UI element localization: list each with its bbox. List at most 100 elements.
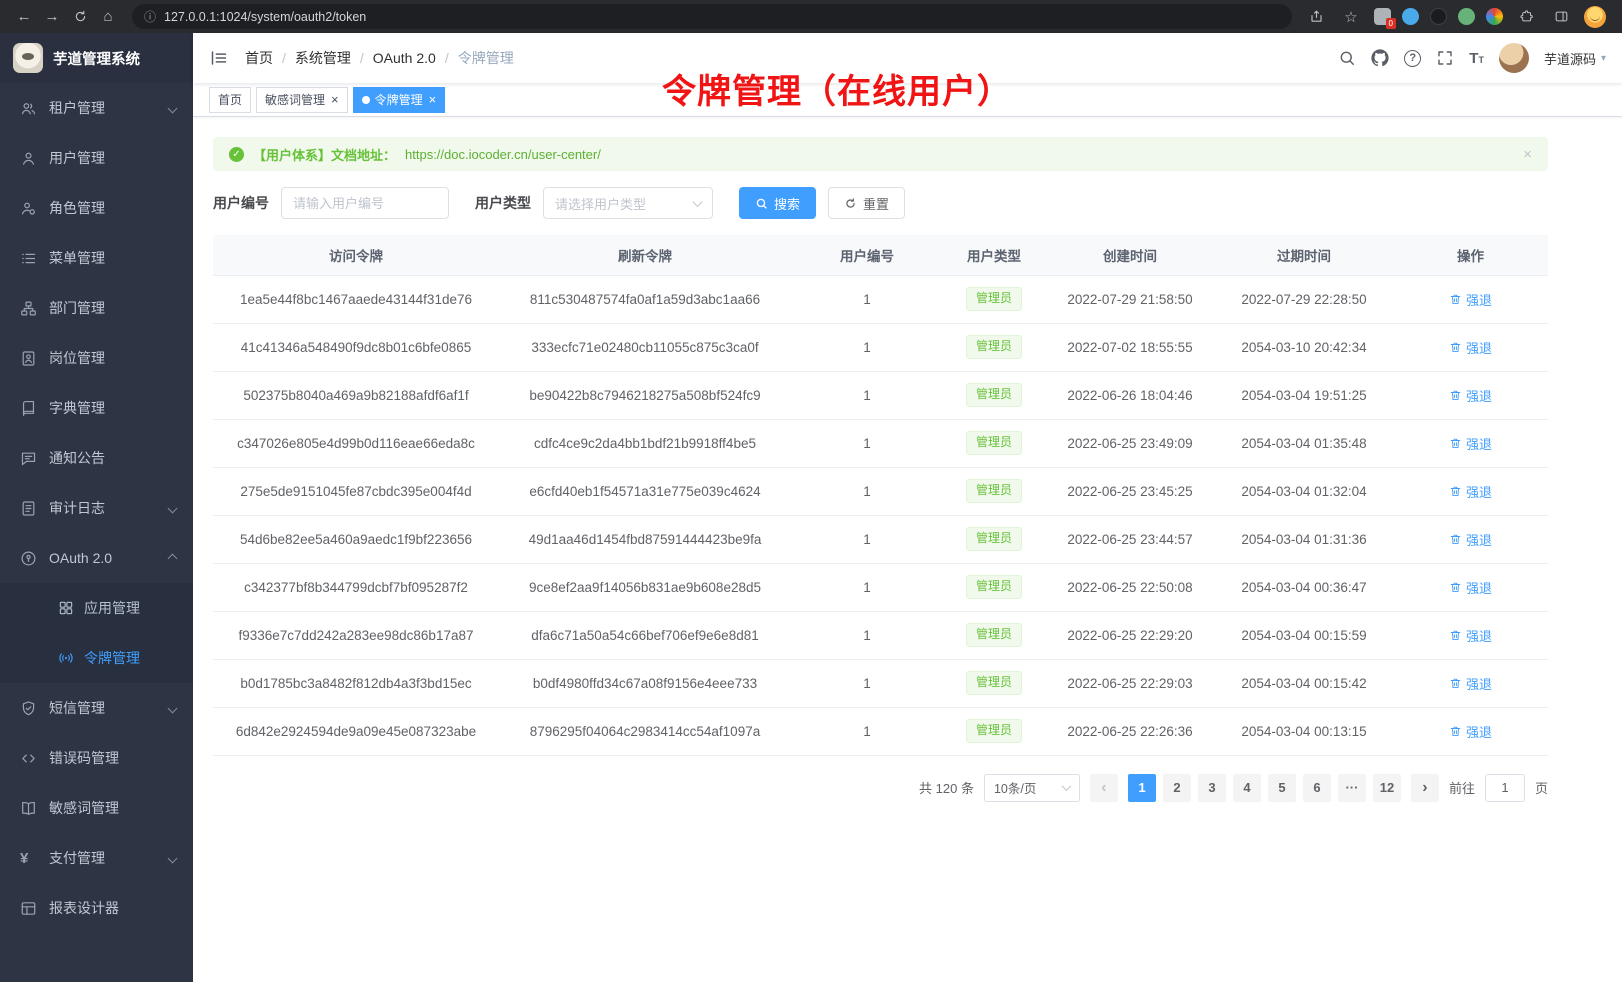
force-logout-button[interactable]: 强退 (1449, 530, 1492, 549)
force-logout-label: 强退 (1466, 482, 1492, 501)
sidebar-item-menu[interactable]: 菜单管理 (0, 233, 193, 283)
user-type-badge: 管理员 (966, 719, 1022, 743)
user-icon (20, 150, 37, 167)
extensions-puzzle-icon[interactable] (1514, 5, 1538, 29)
sidebar-item-dict[interactable]: 字典管理 (0, 383, 193, 433)
forward-icon[interactable]: → (40, 5, 64, 29)
app-logo[interactable]: 芋道管理系统 (0, 33, 193, 83)
goto-page-input[interactable] (1485, 774, 1525, 802)
force-logout-button[interactable]: 强退 (1449, 722, 1492, 741)
sidebar-item-dept[interactable]: 部门管理 (0, 283, 193, 333)
reload-icon[interactable] (68, 5, 92, 29)
sidebar-item-tenant[interactable]: 租户管理 (0, 83, 193, 133)
breadcrumb-item[interactable]: 系统管理 (295, 48, 351, 68)
page-button[interactable]: 1 (1128, 774, 1156, 802)
close-icon[interactable]: × (429, 93, 437, 106)
font-size-icon[interactable]: TT (1469, 51, 1484, 66)
sidebar-item-oauth2-token[interactable]: 令牌管理 (0, 633, 193, 683)
user-menu[interactable]: 芋道源码 ▾ (1544, 49, 1606, 68)
force-logout-button[interactable]: 强退 (1449, 338, 1492, 357)
breadcrumb-item[interactable]: OAuth 2.0 (373, 50, 436, 66)
page-button[interactable]: 4 (1233, 774, 1261, 802)
user-id-cell: 1 (791, 659, 943, 707)
force-logout-button[interactable]: 强退 (1449, 674, 1492, 693)
sidebar-item-user[interactable]: 用户管理 (0, 133, 193, 183)
refresh-token-cell: cdfc4ce9c2da4bb1bdf21b9918ff4be5 (499, 419, 791, 467)
page-button[interactable]: 2 (1163, 774, 1191, 802)
back-icon[interactable]: ← (12, 5, 36, 29)
extension-icon-4[interactable] (1458, 8, 1475, 25)
side-panel-icon[interactable] (1549, 5, 1573, 29)
site-info-icon[interactable]: ⓘ (144, 8, 156, 25)
sidebar-item-report-designer[interactable]: 报表设计器 (0, 883, 193, 933)
sidebar-item-notice[interactable]: 通知公告 (0, 433, 193, 483)
more-pages-button[interactable]: ··· (1338, 774, 1366, 802)
extension-icon-2[interactable] (1402, 8, 1419, 25)
table-body: 1ea5e44f8bc1467aaede43144f31de76811c5304… (213, 275, 1548, 755)
expire-time-cell: 2054-03-04 01:35:48 (1215, 419, 1393, 467)
access-token-cell: 54d6be82ee5a460a9aedc1f9bf223656 (213, 515, 499, 563)
log-icon (20, 500, 37, 517)
github-icon[interactable] (1371, 49, 1389, 67)
sidebar-item-pay[interactable]: ¥支付管理 (0, 833, 193, 883)
search-button[interactable]: 搜索 (739, 187, 816, 219)
sidebar-item-role[interactable]: 角色管理 (0, 183, 193, 233)
force-logout-button[interactable]: 强退 (1449, 482, 1492, 501)
help-icon[interactable]: ? (1404, 50, 1421, 67)
extension-icon-3[interactable] (1430, 8, 1447, 25)
page-button[interactable]: 12 (1373, 774, 1401, 802)
bookmark-star-icon[interactable]: ☆ (1339, 5, 1363, 29)
sidebar-item-audit-log[interactable]: 审计日志 (0, 483, 193, 533)
user-type-cell: 管理员 (943, 467, 1045, 515)
force-logout-button[interactable]: 强退 (1449, 626, 1492, 645)
close-icon[interactable]: × (331, 93, 339, 106)
next-page-button[interactable]: › (1411, 774, 1439, 802)
page-size-select[interactable]: 10条/页 (984, 774, 1080, 802)
sidebar-toggle-icon[interactable] (209, 48, 229, 68)
home-icon[interactable]: ⌂ (96, 5, 120, 29)
search-icon[interactable] (1338, 49, 1356, 67)
address-bar[interactable]: ⓘ 127.0.0.1:1024/system/oauth2/token (132, 4, 1292, 29)
page-button[interactable]: 3 (1198, 774, 1226, 802)
user-id-cell: 1 (791, 419, 943, 467)
refresh-token-cell: 811c530487574fa0af1a59d3abc1aa66 (499, 275, 791, 323)
access-token-cell: 1ea5e44f8bc1467aaede43144f31de76 (213, 275, 499, 323)
sidebar-item-post[interactable]: 岗位管理 (0, 333, 193, 383)
sidebar-item-oauth2-app[interactable]: 应用管理 (0, 583, 193, 633)
close-icon[interactable]: × (1523, 146, 1532, 163)
tab-item[interactable]: 敏感词管理 × (256, 87, 348, 113)
page-size-value: 10条/页 (994, 778, 1036, 797)
create-time-cell: 2022-06-25 23:44:57 (1045, 515, 1215, 563)
force-logout-button[interactable]: 强退 (1449, 386, 1492, 405)
user-id-input[interactable] (281, 187, 449, 219)
breadcrumb-item[interactable]: 首页 (245, 48, 273, 68)
report-icon (20, 900, 37, 917)
extension-icon-5[interactable] (1486, 8, 1503, 25)
expire-time-cell: 2054-03-04 19:51:25 (1215, 371, 1393, 419)
sidebar-item-sensitive-word[interactable]: 敏感词管理 (0, 783, 193, 833)
browser-profile-avatar[interactable] (1584, 6, 1606, 28)
sidebar-item-error-code[interactable]: 错误码管理 (0, 733, 193, 783)
doc-link[interactable]: https://doc.iocoder.cn/user-center/ (405, 147, 601, 162)
page-button[interactable]: 6 (1303, 774, 1331, 802)
sidebar-item-oauth2[interactable]: OAuth 2.0 (0, 533, 193, 583)
fullscreen-icon[interactable] (1436, 49, 1454, 67)
extension-icon-1[interactable]: 0 (1374, 8, 1391, 25)
force-logout-button[interactable]: 强退 (1449, 434, 1492, 453)
user-type-select[interactable]: 请选择用户类型 (543, 187, 713, 219)
page-button[interactable]: 5 (1268, 774, 1296, 802)
tab-label: 敏感词管理 (265, 91, 325, 108)
sidebar-item-sms[interactable]: 短信管理 (0, 683, 193, 733)
tab-item[interactable]: 首页 (209, 87, 251, 113)
table-row: b0d1785bc3a8482f812db4a3f3bd15ecb0df4980… (213, 659, 1548, 707)
reset-button[interactable]: 重置 (828, 187, 905, 219)
create-time-cell: 2022-06-25 22:29:03 (1045, 659, 1215, 707)
user-avatar[interactable] (1499, 43, 1529, 73)
force-logout-button[interactable]: 强退 (1449, 290, 1492, 309)
user-type-badge: 管理员 (966, 383, 1022, 407)
tab-item[interactable]: 令牌管理× (353, 87, 446, 113)
user-type-badge: 管理员 (966, 671, 1022, 695)
prev-page-button[interactable]: ‹ (1090, 774, 1118, 802)
force-logout-button[interactable]: 强退 (1449, 578, 1492, 597)
share-icon[interactable] (1304, 5, 1328, 29)
